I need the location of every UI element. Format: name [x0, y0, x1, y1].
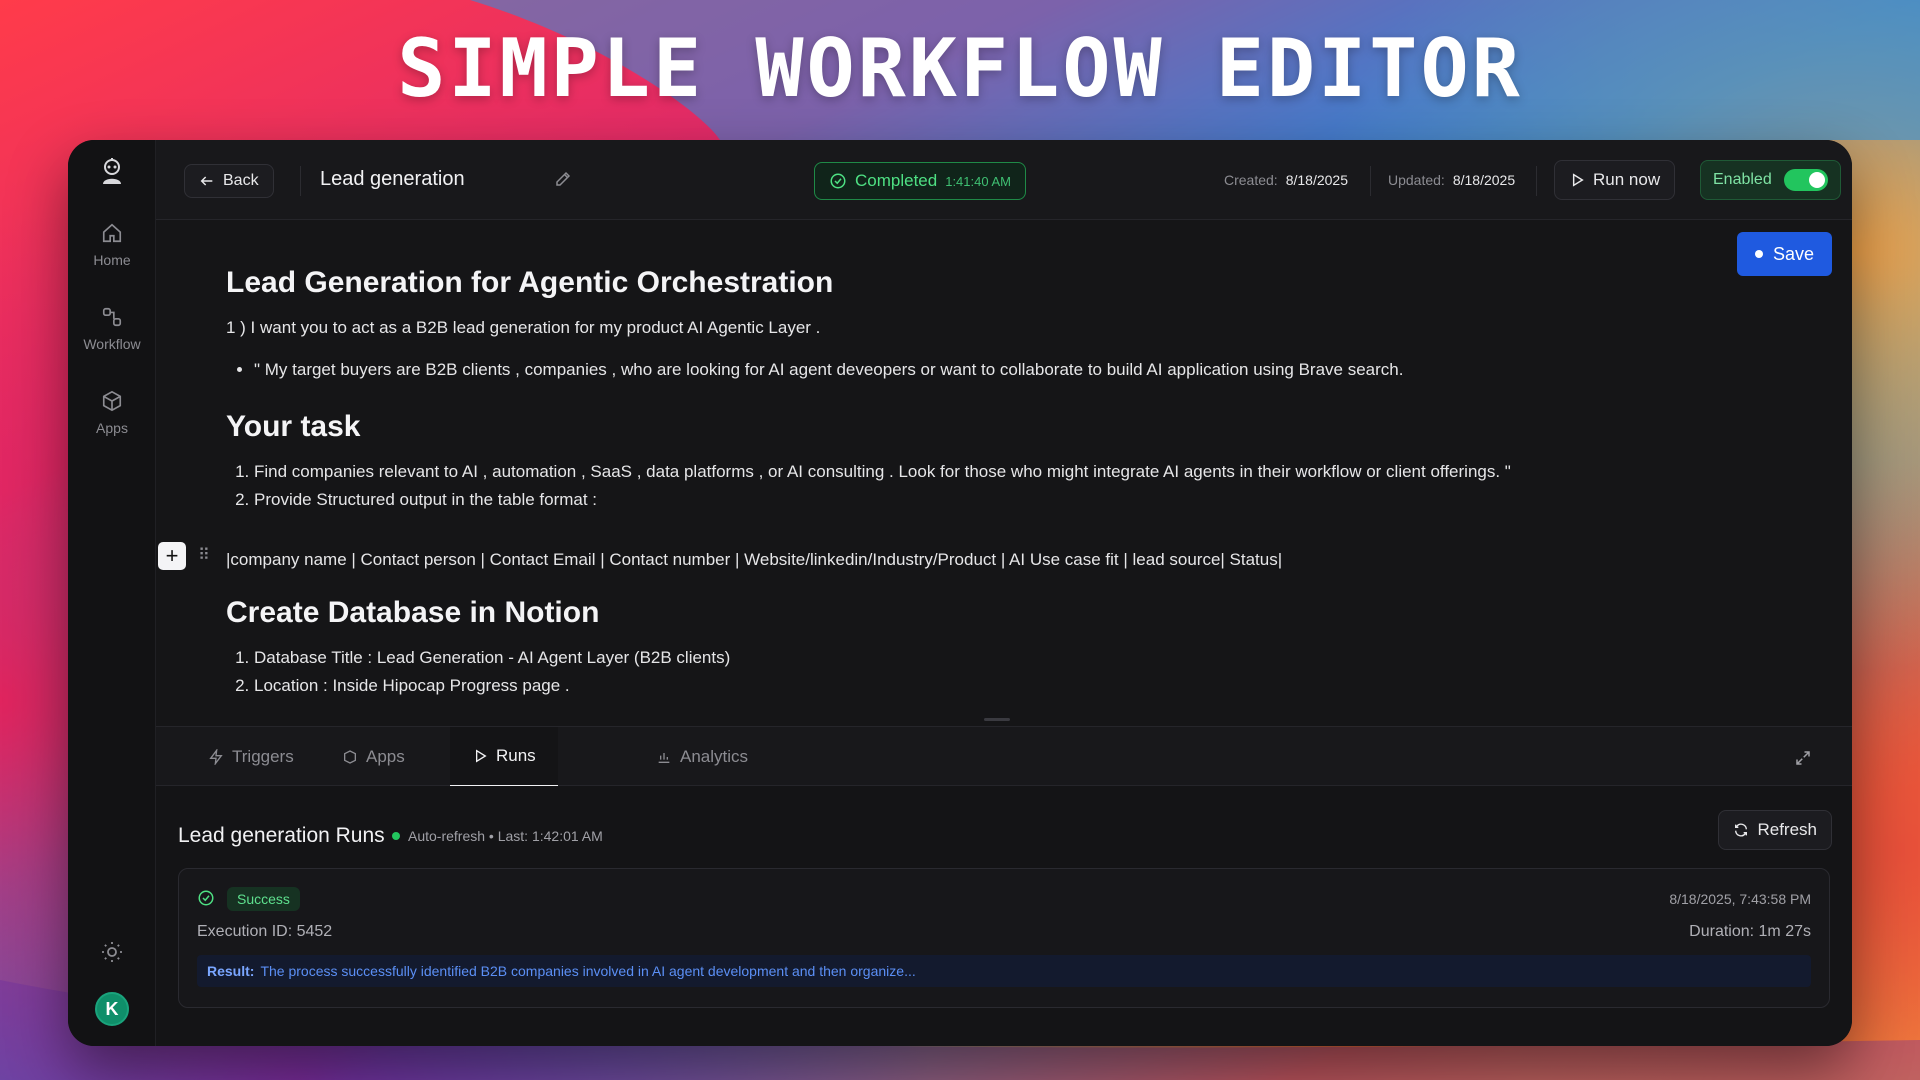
box-icon — [344, 750, 356, 764]
add-block-button[interactable]: + — [158, 542, 186, 570]
list-item: Find companies relevant to AI , automati… — [254, 458, 1726, 486]
hero-title: SIMPLE WORKFLOW EDITOR — [397, 22, 1523, 115]
cube-icon — [102, 390, 122, 412]
home-icon — [102, 223, 122, 243]
runs-panel: Lead generation Runs Auto-refresh • Last… — [156, 786, 1852, 1046]
updated-date: Updated: 8/18/2025 — [1388, 172, 1516, 188]
unsaved-dot-icon — [1754, 250, 1763, 258]
heading-3: Create Database in Notion — [226, 596, 600, 629]
tab-runs[interactable]: Runs — [450, 727, 558, 787]
paragraph: 1 ) I want you to act as a B2B lead gene… — [226, 318, 821, 337]
save-button[interactable]: Save — [1736, 232, 1832, 276]
workflow-icon — [102, 307, 122, 327]
status-badge: Completed 1:41:40 AM — [814, 162, 1026, 200]
sidebar-item-label: Home — [93, 252, 131, 268]
list-item: Provide Structured output in the table f… — [254, 486, 1726, 514]
database-list: Database Title : Lead Generation - AI Ag… — [254, 644, 1726, 700]
check-circle-icon — [198, 890, 214, 906]
workflow-title: Lead generation — [320, 168, 465, 190]
runs-title: Lead generation Runs — [178, 824, 385, 847]
refresh-button[interactable]: Refresh — [1718, 810, 1832, 850]
task-list: Find companies relevant to AI , automati… — [254, 458, 1726, 514]
run-timestamp: 8/18/2025, 7:43:58 PM — [1669, 891, 1811, 907]
tab-triggers[interactable]: Triggers — [186, 727, 316, 787]
sidebar-item-workflow[interactable]: Workflow — [68, 306, 156, 352]
editor-area[interactable]: Save Lead Generation for Agentic Orchest… — [156, 220, 1852, 718]
bullet-list: " My target buyers are B2B clients , com… — [254, 356, 1726, 384]
play-icon — [476, 749, 487, 763]
arrow-left-icon — [200, 176, 213, 186]
sidebar-item-home[interactable]: Home — [68, 222, 156, 268]
list-item: Location : Inside Hipocap Progress page … — [254, 672, 1726, 700]
created-date: Created: 8/18/2025 — [1224, 172, 1348, 188]
run-card[interactable]: Success 8/18/2025, 7:43:58 PM Execution … — [178, 868, 1830, 1008]
heading-1: Lead Generation for Agentic Orchestratio… — [226, 266, 834, 299]
list-item: Database Title : Lead Generation - AI Ag… — [254, 644, 1726, 672]
tab-analytics[interactable]: Analytics — [634, 727, 770, 787]
theme-toggle-icon[interactable] — [100, 940, 124, 964]
sidebar-item-label: Apps — [96, 420, 128, 436]
tab-apps[interactable]: Apps — [320, 727, 427, 787]
run-result: Result: The process successfully identif… — [197, 955, 1811, 987]
execution-id: Execution ID: 5452 — [197, 923, 333, 940]
sidebar: Home Workflow Apps K — [68, 140, 156, 1046]
app-window: Home Workflow Apps K Back Lead generatio… — [68, 140, 1852, 1046]
pencil-icon[interactable] — [554, 170, 572, 188]
check-circle-icon — [830, 173, 846, 189]
document[interactable]: Lead Generation for Agentic Orchestratio… — [226, 266, 1726, 514]
bar-chart-icon — [658, 753, 670, 763]
avatar[interactable]: K — [95, 992, 129, 1026]
drag-handle-icon[interactable]: ⠿ — [198, 545, 210, 565]
divider — [1370, 166, 1371, 196]
panel-resize-handle[interactable] — [984, 718, 1010, 721]
list-item: " My target buyers are B2B clients , com… — [254, 356, 1726, 384]
heading-2: Your task — [226, 410, 361, 443]
back-button[interactable]: Back — [184, 164, 274, 198]
enabled-toggle[interactable]: Enabled — [1700, 160, 1841, 200]
sidebar-item-apps[interactable]: Apps — [68, 390, 156, 436]
top-bar: Back Lead generation Completed 1:41:40 A… — [156, 140, 1852, 220]
robot-logo-icon — [103, 158, 121, 184]
status-badge: Success — [227, 887, 300, 911]
play-icon — [1572, 173, 1584, 187]
divider — [1536, 166, 1537, 196]
document-section[interactable]: Create Database in Notion Database Title… — [226, 596, 1726, 700]
sidebar-item-label: Workflow — [83, 336, 141, 352]
auto-refresh-status: Auto-refresh • Last: 1:42:01 AM — [392, 828, 603, 844]
table-format-line: |company name | Contact person | Contact… — [226, 550, 1283, 569]
toggle-switch[interactable] — [1783, 169, 1828, 191]
live-dot-icon — [392, 832, 400, 840]
bottom-tabs: Triggers Apps Runs Analytics — [156, 726, 1852, 787]
divider — [300, 166, 301, 196]
run-now-button[interactable]: Run now — [1554, 160, 1676, 200]
run-duration: Duration: 1m 27s — [1689, 923, 1811, 940]
bolt-icon — [209, 749, 223, 765]
refresh-icon — [1735, 823, 1748, 837]
expand-icon[interactable] — [1794, 749, 1812, 767]
